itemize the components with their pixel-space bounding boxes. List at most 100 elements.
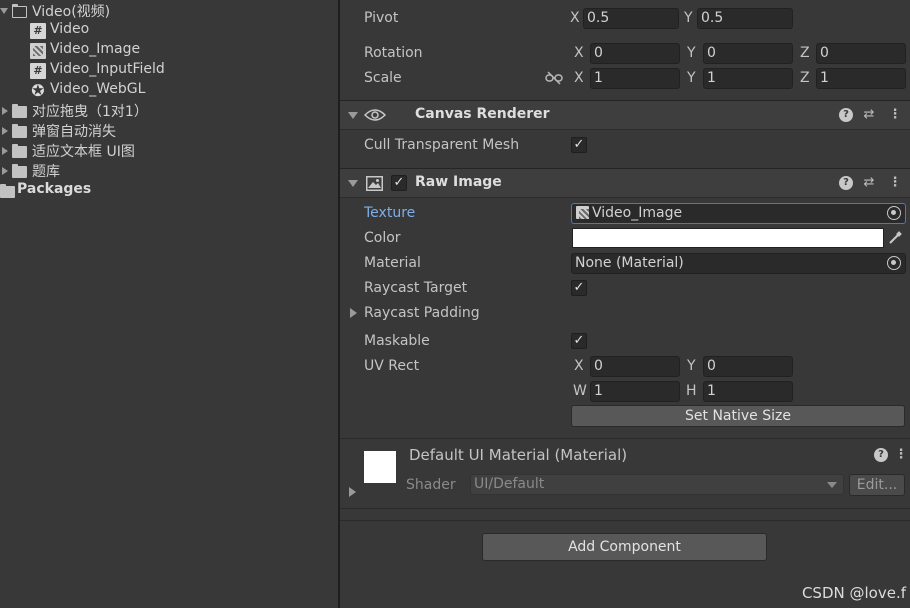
texture-object-field[interactable]: Video_Image	[571, 203, 906, 224]
folder-icon	[12, 124, 27, 138]
folder-icon	[12, 144, 27, 158]
raw-image-icon	[576, 206, 589, 219]
material-title: Default UI Material (Material)	[409, 446, 628, 464]
tree-item-textbox-folder[interactable]: 适应文本框 UI图	[0, 141, 338, 161]
tree-item-video-inputfield[interactable]: # Video_InputField	[0, 61, 338, 81]
eye-icon	[364, 109, 386, 121]
constrain-proportions-icon[interactable]	[545, 71, 563, 85]
raycast-target-checkbox[interactable]: ✓	[571, 280, 587, 296]
pivot-label: Pivot	[364, 10, 399, 26]
pivot-x-field[interactable]: 0.5	[583, 8, 679, 29]
help-icon[interactable]: ?	[839, 108, 853, 122]
shader-dropdown[interactable]: UI/Default	[470, 474, 844, 495]
foldout-arrow-icon[interactable]	[350, 308, 357, 318]
script-icon: #	[30, 23, 46, 39]
material-object-field[interactable]: None (Material)	[571, 253, 906, 274]
presets-icon[interactable]: ⇄	[862, 176, 876, 190]
axis-w-label: W	[573, 383, 587, 399]
rotation-x-field[interactable]: 0	[590, 43, 680, 64]
image-icon	[366, 176, 383, 191]
foldout-arrow-icon[interactable]	[348, 180, 358, 187]
axis-y-label: Y	[687, 70, 696, 86]
shader-label: Shader	[406, 477, 456, 493]
collapse-arrow-icon[interactable]	[2, 127, 8, 135]
tree-item-packages[interactable]: Packages	[0, 181, 338, 201]
shader-value: UI/Default	[474, 476, 545, 492]
axis-x-label: X	[570, 10, 580, 26]
tree-item-video-image[interactable]: Video_Image	[0, 41, 338, 61]
folder-icon	[12, 104, 27, 118]
axis-y-label: Y	[687, 358, 696, 374]
raw-image-title: Raw Image	[415, 174, 502, 190]
more-options-icon[interactable]: ⋮	[888, 176, 902, 190]
axis-h-label: H	[686, 383, 697, 399]
object-picker-icon[interactable]	[887, 256, 901, 270]
expand-arrow-icon[interactable]	[0, 8, 8, 14]
set-native-size-button[interactable]: Set Native Size	[571, 405, 905, 427]
pivot-y-field[interactable]: 0.5	[697, 8, 793, 29]
raw-image-icon	[30, 43, 46, 59]
foldout-arrow-icon[interactable]	[348, 112, 358, 119]
add-component-button[interactable]: Add Component	[482, 533, 767, 561]
collapse-arrow-icon[interactable]	[2, 107, 8, 115]
rotation-z-field[interactable]: 0	[816, 43, 906, 64]
uv-w-field[interactable]: 1	[590, 381, 680, 402]
axis-y-label: Y	[684, 10, 693, 26]
material-label: Material	[364, 255, 421, 271]
maskable-checkbox[interactable]: ✓	[571, 333, 587, 349]
tree-item-label: 题库	[32, 164, 60, 180]
uv-rect-label: UV Rect	[364, 358, 420, 374]
uv-x-field[interactable]: 0	[590, 356, 680, 377]
tree-item-label: Video_InputField	[50, 61, 165, 77]
tree-item-label: Video(视频)	[32, 4, 111, 20]
watermark: CSDN @love.f	[801, 584, 906, 602]
raw-image-enabled-checkbox[interactable]: ✓	[391, 175, 407, 191]
more-options-icon[interactable]: ⋮	[894, 448, 908, 462]
raycast-target-label: Raycast Target	[364, 280, 468, 296]
axis-z-label: Z	[800, 70, 810, 86]
tree-item-video-folder[interactable]: Video(视频)	[0, 1, 338, 21]
unity-scene-icon: ✪	[31, 81, 45, 100]
rotation-y-field[interactable]: 0	[703, 43, 793, 64]
inspector-panel: Pivot X 0.5 Y 0.5 Rotation X 0 Y 0 Z 0 S…	[340, 0, 910, 608]
shader-edit-button[interactable]: Edit...	[849, 474, 905, 496]
scale-y-field[interactable]: 1	[703, 68, 793, 89]
scale-x-field[interactable]: 1	[590, 68, 680, 89]
color-label: Color	[364, 230, 401, 246]
uv-h-field[interactable]: 1	[703, 381, 793, 402]
dropdown-arrow-icon	[827, 482, 837, 488]
tree-item-popup-folder[interactable]: 弹窗自动消失	[0, 121, 338, 141]
uv-y-field[interactable]: 0	[703, 356, 793, 377]
object-picker-icon[interactable]	[887, 206, 901, 220]
tree-item-questionbank-folder[interactable]: 题库	[0, 161, 338, 181]
tree-item-video-webgl[interactable]: ✪ Video_WebGL	[0, 81, 338, 101]
material-value: None (Material)	[575, 255, 684, 271]
cull-transparent-mesh-checkbox[interactable]: ✓	[571, 137, 587, 153]
tree-item-drag-folder[interactable]: 对应拖曳（1对1）	[0, 101, 338, 121]
scale-z-field[interactable]: 1	[816, 68, 906, 89]
axis-y-label: Y	[687, 45, 696, 61]
collapse-arrow-icon[interactable]	[2, 147, 8, 155]
help-icon[interactable]: ?	[874, 448, 888, 462]
section-separator	[340, 520, 910, 521]
more-options-icon[interactable]: ⋮	[888, 108, 902, 122]
canvas-renderer-header[interactable]: Canvas Renderer ? ⇄ ⋮	[340, 100, 910, 130]
help-icon[interactable]: ?	[839, 176, 853, 190]
tree-item-label: Video_Image	[50, 41, 141, 57]
eyedropper-icon[interactable]	[887, 230, 903, 246]
raycast-padding-label[interactable]: Raycast Padding	[364, 305, 480, 321]
tree-item-label: 适应文本框 UI图	[32, 144, 135, 160]
axis-x-label: X	[574, 358, 584, 374]
tree-item-label: Video	[50, 21, 90, 37]
axis-x-label: X	[574, 45, 584, 61]
canvas-renderer-title: Canvas Renderer	[415, 106, 550, 122]
foldout-arrow-icon[interactable]	[349, 487, 356, 497]
color-swatch[interactable]	[572, 228, 884, 248]
collapse-arrow-icon[interactable]	[2, 167, 8, 175]
tree-item-video-script[interactable]: # Video	[0, 21, 338, 41]
presets-icon[interactable]: ⇄	[862, 108, 876, 122]
raw-image-header[interactable]: ✓ Raw Image ? ⇄ ⋮	[340, 168, 910, 198]
material-preview-thumbnail	[364, 451, 396, 483]
tree-item-label: 弹窗自动消失	[32, 124, 116, 140]
section-separator	[340, 508, 910, 509]
